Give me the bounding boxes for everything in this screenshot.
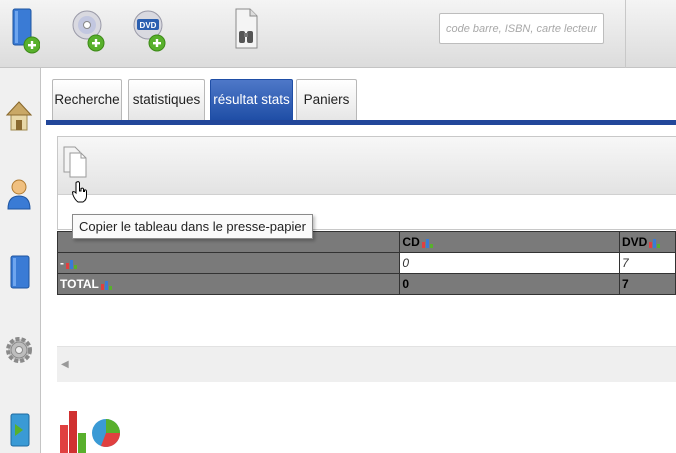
pie-chart-icon[interactable] xyxy=(91,413,121,453)
scroll-left-arrow[interactable]: ◀ xyxy=(61,359,71,371)
horizontal-scrollbar[interactable]: ◀ xyxy=(57,346,676,382)
user-icon[interactable] xyxy=(4,176,34,212)
import-icon[interactable] xyxy=(4,412,34,448)
table-row: - 0 7 xyxy=(56,252,676,274)
mini-chart-icon[interactable] xyxy=(649,238,661,248)
row-label[interactable]: - xyxy=(56,252,401,274)
home-icon[interactable] xyxy=(4,98,34,134)
stats-table: CD DVD - 0 7 TOTAL 0 7 xyxy=(56,231,676,295)
cell-dvd-total: 7 xyxy=(619,273,676,295)
copy-icon[interactable] xyxy=(62,145,88,179)
hand-cursor-icon xyxy=(71,181,87,203)
tab-recherche[interactable]: Recherche xyxy=(52,79,122,120)
bar-chart-icon[interactable] xyxy=(59,405,89,453)
top-toolbar: DVD xyxy=(0,0,676,68)
row-label[interactable]: TOTAL xyxy=(56,273,401,295)
cell-dvd: 7 xyxy=(619,252,676,274)
copy-tooltip: Copier le tableau dans le presse-papier xyxy=(72,214,313,239)
mini-chart-icon[interactable] xyxy=(100,280,112,290)
book-icon[interactable] xyxy=(4,254,34,290)
add-cd-icon[interactable] xyxy=(72,5,106,57)
tab-statistiques[interactable]: statistiques xyxy=(128,79,205,120)
tab-paniers[interactable]: Paniers xyxy=(296,79,357,120)
table-header-dvd[interactable]: DVD xyxy=(619,231,676,253)
header-label: DVD xyxy=(622,235,648,249)
tab-underline xyxy=(46,120,676,125)
add-book-icon[interactable] xyxy=(6,5,40,57)
row-label-text: - xyxy=(60,256,64,270)
search-input[interactable] xyxy=(439,13,604,44)
cell-cd: 0 xyxy=(399,252,621,274)
table-row-total: TOTAL 0 7 xyxy=(56,273,676,295)
table-header-cd[interactable]: CD xyxy=(399,231,621,253)
cell-cd-total: 0 xyxy=(399,273,621,295)
left-sidebar xyxy=(0,68,41,453)
binoculars-icon[interactable] xyxy=(230,5,264,57)
add-dvd-icon[interactable]: DVD xyxy=(133,5,167,57)
tab-resultat-stats[interactable]: résultat stats xyxy=(210,79,293,120)
panel-toolbar xyxy=(58,137,676,195)
toolbar-separator xyxy=(625,0,626,68)
gear-icon[interactable] xyxy=(4,332,34,368)
header-label: CD xyxy=(402,235,420,249)
row-label-text: TOTAL xyxy=(60,277,99,291)
mini-chart-icon[interactable] xyxy=(66,259,77,269)
mini-chart-icon[interactable] xyxy=(421,238,433,248)
dvd-badge-text: DVD xyxy=(140,21,157,30)
